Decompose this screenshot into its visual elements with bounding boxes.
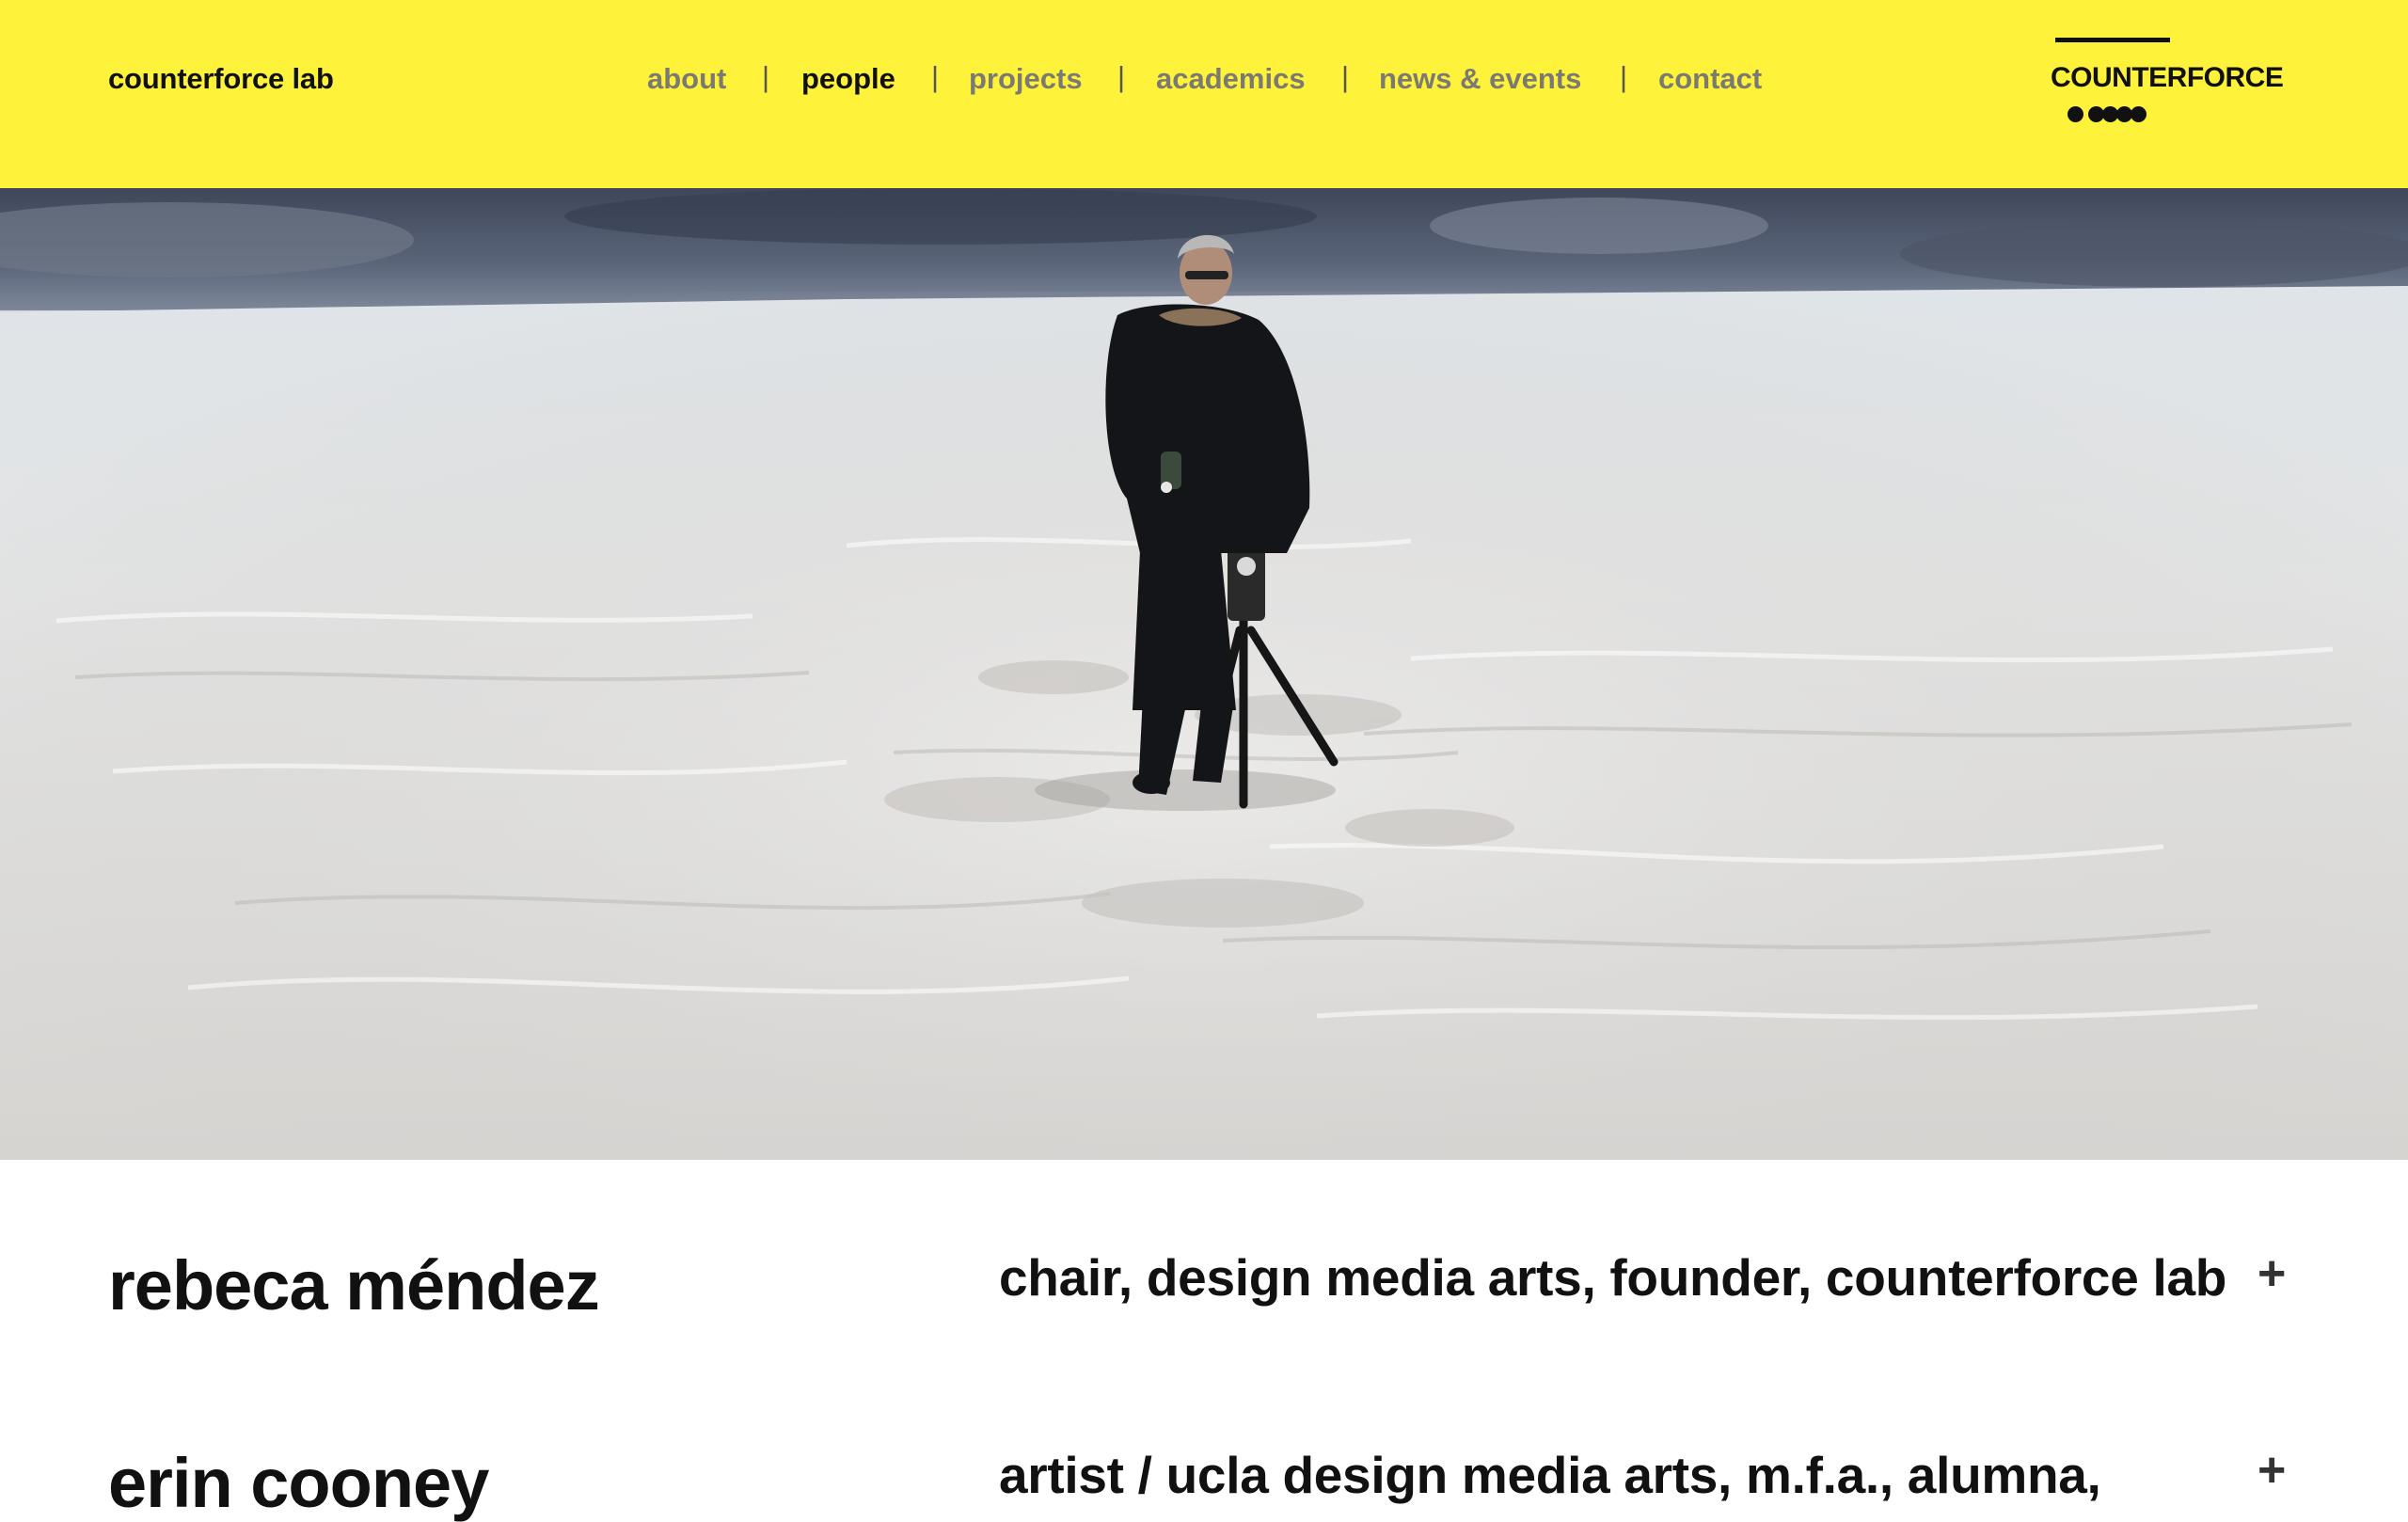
logo-dot bbox=[2067, 106, 2083, 122]
expand-plus-icon[interactable]: + bbox=[2258, 1446, 2286, 1495]
snowfield-photo bbox=[0, 188, 2408, 1160]
nav-projects[interactable]: projects bbox=[969, 62, 1083, 96]
main-nav: about | people | projects | academics | … bbox=[0, 58, 2408, 105]
logo-dot bbox=[2131, 106, 2147, 122]
counterforce-logo[interactable]: COUNTERFORCE bbox=[2051, 38, 2286, 127]
nav-news-events[interactable]: news & events bbox=[1379, 62, 1581, 96]
nav-contact[interactable]: contact bbox=[1658, 62, 1762, 96]
nav-academics[interactable]: academics bbox=[1156, 62, 1306, 96]
expand-plus-icon[interactable]: + bbox=[2258, 1249, 2286, 1298]
nav-separator: | bbox=[762, 60, 770, 93]
nav-separator: | bbox=[1341, 60, 1350, 93]
logo-wordmark: COUNTERFORCE bbox=[2051, 62, 2284, 93]
person-role: artist / ucla design media arts, m.f.a.,… bbox=[999, 1446, 2101, 1504]
nav-separator: | bbox=[1117, 60, 1126, 93]
nav-people[interactable]: people bbox=[801, 62, 895, 96]
hero-photo bbox=[0, 188, 2408, 1160]
person-role: chair, design media arts, founder, count… bbox=[999, 1248, 2227, 1307]
nav-about[interactable]: about bbox=[647, 62, 726, 96]
person-name[interactable]: rebeca méndez bbox=[108, 1251, 600, 1321]
person-name[interactable]: erin cooney bbox=[108, 1449, 489, 1518]
nav-separator: | bbox=[1620, 60, 1628, 93]
site-header: counterforce lab about | people | projec… bbox=[0, 0, 2408, 188]
nav-separator: | bbox=[931, 60, 940, 93]
logo-bar bbox=[2055, 38, 2170, 42]
